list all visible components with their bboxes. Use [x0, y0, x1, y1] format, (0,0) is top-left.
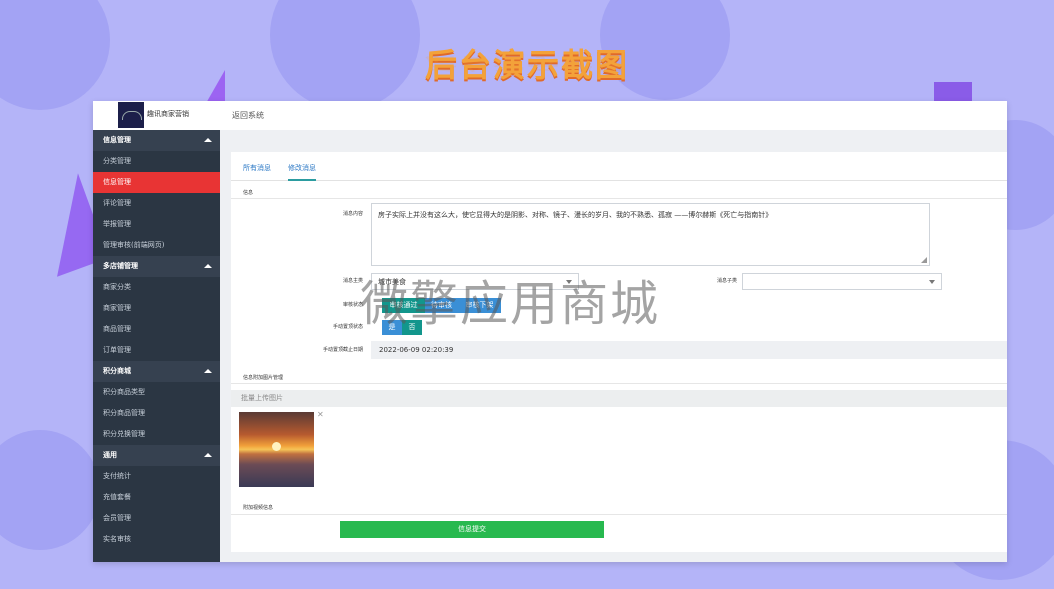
back-to-system-link[interactable]: 返回系统: [232, 110, 264, 121]
sidebar-group-label: 通用: [103, 451, 117, 459]
content-label: 消息内容: [342, 211, 363, 217]
caret-up-icon: [204, 138, 212, 142]
section-extra-title: 附加视频信息: [243, 505, 274, 511]
sidebar-item-info[interactable]: 信息管理: [93, 172, 220, 193]
sidebar-item-merchants[interactable]: 商家管理: [93, 298, 220, 319]
main-category-label: 消息主类: [342, 278, 363, 284]
divider: [231, 383, 1007, 384]
content-textarea[interactable]: 房子实际上并没有这么大，使它显得大的是阴影、对称、镜子、漫长的岁月、我的不熟悉、…: [371, 203, 930, 266]
sidebar-group-info[interactable]: 信息管理: [93, 130, 220, 151]
divider: [231, 514, 1007, 515]
caret-up-icon: [204, 369, 212, 373]
section-images-title: 信息附加图片管理: [243, 375, 284, 381]
resize-handle-icon[interactable]: [921, 257, 927, 263]
sidebar-group-general[interactable]: 通用: [93, 445, 220, 466]
logo-icon: [118, 102, 144, 128]
sidebar-item-reports[interactable]: 举报管理: [93, 214, 220, 235]
watermark: 微擎应用商城: [360, 276, 661, 332]
submit-button[interactable]: 信息提交: [340, 521, 604, 538]
close-icon[interactable]: ✕: [317, 410, 324, 419]
form-panel: 所有消息 修改消息 信息 消息内容 房子实际上并没有这么大，使它显得大的是阴影、…: [231, 152, 1007, 552]
sub-category-label: 消息子类: [716, 278, 737, 284]
top-end-date-label: 手动置顶截止日期: [322, 347, 363, 353]
divider: [231, 198, 1007, 199]
sidebar-item-recharge[interactable]: 充值套餐: [93, 487, 220, 508]
sidebar-item-merchant-category[interactable]: 商家分类: [93, 277, 220, 298]
batch-upload-button[interactable]: 批量上传图片: [231, 390, 1007, 407]
sidebar-group-label: 多店铺管理: [103, 262, 138, 270]
caret-up-icon: [204, 453, 212, 457]
sidebar-group-stores[interactable]: 多店铺管理: [93, 256, 220, 277]
sidebar-item-category[interactable]: 分类管理: [93, 151, 220, 172]
sidebar-item-review-web[interactable]: 管理审核(前端网页): [93, 235, 220, 256]
sidebar-item-members[interactable]: 会员管理: [93, 508, 220, 529]
main-content: 所有消息 修改消息 信息 消息内容 房子实际上并没有这么大，使它显得大的是阴影、…: [220, 130, 1007, 562]
caret-up-icon: [204, 264, 212, 268]
sidebar-item-points-type[interactable]: 积分商品类型: [93, 382, 220, 403]
tabs: 所有消息 修改消息: [231, 152, 1007, 181]
sidebar-item-payment-stats[interactable]: 支付统计: [93, 466, 220, 487]
sidebar-group-points[interactable]: 积分商城: [93, 361, 220, 382]
sidebar-item-comments[interactable]: 评论管理: [93, 193, 220, 214]
manual-top-label: 手动置顶状态: [332, 324, 363, 330]
tab-all-messages[interactable]: 所有消息: [243, 163, 271, 173]
sidebar-item-realname[interactable]: 实名审核: [93, 529, 220, 550]
sidebar-item-points-redeem[interactable]: 积分兑换管理: [93, 424, 220, 445]
sidebar-group-label: 积分商城: [103, 367, 131, 375]
topbar: 趣讯商家营销 返回系统: [93, 101, 1007, 131]
content-text: 房子实际上并没有这么大，使它显得大的是阴影、对称、镜子、漫长的岁月、我的不熟悉、…: [378, 211, 773, 219]
sidebar-item-orders[interactable]: 订单管理: [93, 340, 220, 361]
review-status-label: 审核状态: [342, 302, 363, 308]
top-end-date-input[interactable]: 2022-06-09 02:20:39: [371, 341, 1007, 359]
sidebar-item-points-products[interactable]: 积分商品管理: [93, 403, 220, 424]
headline-reflection: 后台演示截图: [424, 54, 629, 73]
sidebar-item-products[interactable]: 商品管理: [93, 319, 220, 340]
sidebar: 信息管理 分类管理 信息管理 评论管理 举报管理 管理审核(前端网页) 多店铺管…: [93, 130, 220, 562]
logo-text: 趣讯商家营销: [147, 110, 189, 118]
section-info-title: 信息: [243, 190, 254, 196]
uploaded-image-thumbnail[interactable]: [239, 412, 314, 487]
sub-category-select[interactable]: [742, 273, 942, 290]
tab-edit-message[interactable]: 修改消息: [288, 163, 316, 181]
chevron-down-icon: [929, 280, 935, 284]
sidebar-group-label: 信息管理: [103, 136, 131, 144]
